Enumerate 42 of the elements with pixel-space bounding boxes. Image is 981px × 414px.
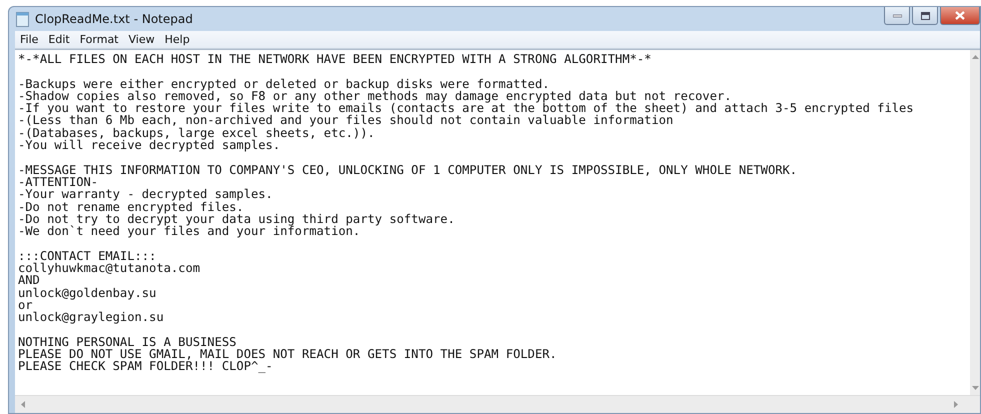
text-line: AND [18,274,40,287]
text-line: unlock@graylegion.su [18,311,164,324]
close-button[interactable] [940,7,980,25]
close-icon [955,11,965,20]
horizontal-scrollbar[interactable] [15,395,980,413]
vertical-scrollbar[interactable] [970,50,980,395]
text-line: -Do not rename encrypted files. [18,200,244,213]
text-line: -If you want to restore your files write to emails (contacts are at the bottom of the sheet) and attach 3-5 encrypted files [18,102,914,114]
menu-item[interactable]: Help [160,33,195,46]
text-area[interactable] [15,49,980,395]
text-line: -(Databases, backups, large excel sheets, etc.)). [18,126,375,140]
minimize-icon [892,14,902,18]
text-line: -(Less than 6 Mb each, non-archived and your files should not contain valuable information [18,114,674,127]
text-line: PLEASE DO NOT USE GMAIL, MAIL DOES NOT REACH OR GETS INTO THE SPAM FOLDER. [18,348,557,360]
scroll-left-icon [21,401,25,408]
scroll-up-icon [972,55,978,59]
text-line: -Do not try to decrypt your data using third party software. [18,212,455,226]
maximize-icon [920,12,930,20]
text-line: *-*ALL FILES ON EACH HOST IN THE NETWORK HAVE BEEN ENCRYPTED WITH A STRONG ALGORITHM*-* [18,53,652,66]
text-line: collyhuwkmac@tutanota.com [18,262,200,274]
text-line: PLEASE CHECK SPAM FOLDER!!! CLOP^_- [18,360,273,373]
text-line: -ATTENTION- [18,176,98,188]
scroll-down-icon [972,386,978,390]
menu-item[interactable]: Edit [43,33,75,46]
text-line: or [18,298,33,312]
text-line: NOTHING PERSONAL IS A BUSINESS [18,336,236,348]
text-line: unlock@goldenbay.su [18,286,156,299]
text-line: :::CONTACT EMAIL::: [18,250,156,262]
menu-item[interactable]: View [124,33,160,46]
scroll-right-icon [954,401,958,408]
menu-item[interactable]: File [15,33,44,46]
text-line: -We don`t need your files and your information. [18,225,360,238]
notepad-icon [16,12,29,26]
text-line: -Your warranty - decrypted samples. [18,188,273,201]
text-line: -You will receive decrypted samples. [18,139,280,152]
text-line: -Shadow copies also removed, so F8 or any other methods may damage encrypted data but not recover. [18,90,732,102]
minimize-button[interactable] [884,7,910,25]
text-line: -Backups were either encrypted or deleted or backup disks were formatted. [18,78,550,90]
maximize-button[interactable] [912,7,938,25]
window-title: ClopReadMe.txt - Notepad [35,12,193,26]
text-line: -MESSAGE THIS INFORMATION TO COMPANY'S CEO, UNLOCKING OF 1 COMPUTER ONLY IS IMPOSSIBLE, ONLY WHOLE NETWORK. [18,164,798,176]
menu-item[interactable]: Format [74,33,124,46]
